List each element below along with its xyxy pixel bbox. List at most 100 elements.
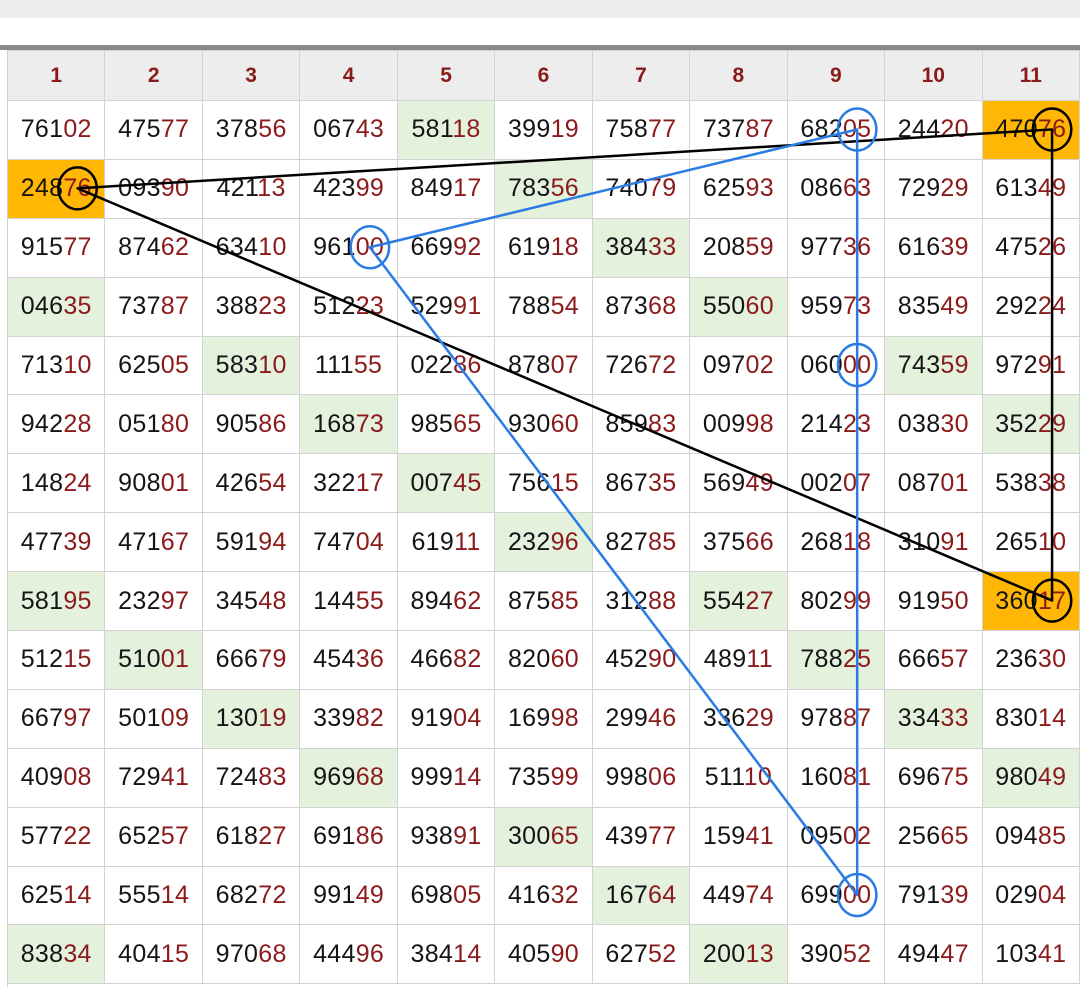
- cell-tail-digits: 10: [743, 763, 773, 792]
- number-cell: 84917: [396, 158, 496, 219]
- cell-tail-digits: 83: [648, 409, 677, 438]
- number-cell: 39052: [786, 924, 886, 985]
- cell-tail-digits: 24: [1037, 292, 1067, 321]
- cell-tail-digits: 10: [258, 233, 287, 262]
- cell-tail-digits: 66: [745, 527, 774, 556]
- cell-lead-digits: 875: [507, 586, 551, 615]
- number-cell: 38823: [201, 276, 301, 337]
- cell-tail-digits: 67: [160, 527, 190, 556]
- cell-lead-digits: 978: [800, 704, 843, 733]
- number-cell: 98565: [396, 394, 496, 455]
- number-cell: 76102: [6, 100, 106, 160]
- cell-lead-digits: 729: [118, 763, 161, 792]
- cell-tail-digits: 49: [940, 292, 969, 321]
- cell-tail-digits: 91: [940, 527, 969, 556]
- number-cell: 51001: [104, 630, 203, 690]
- cell-lead-digits: 591: [215, 527, 259, 556]
- cell-lead-digits: 452: [605, 645, 649, 674]
- number-cell: 97068: [201, 924, 301, 985]
- cell-lead-digits: 625: [118, 351, 161, 379]
- cell-lead-digits: 009: [702, 409, 746, 438]
- cell-lead-digits: 336: [702, 704, 746, 733]
- number-cell: 33433: [884, 688, 983, 749]
- cell-lead-digits: 581: [411, 115, 453, 144]
- number-cell: 47739: [6, 512, 106, 573]
- cell-tail-digits: 04: [1037, 881, 1067, 910]
- cell-lead-digits: 569: [702, 468, 746, 497]
- cell-tail-digits: 95: [63, 586, 92, 615]
- table-row: 47739 47167 59194 74704 61911 23296 82785 37566…: [6, 512, 1080, 573]
- cell-lead-digits: 051: [118, 409, 161, 438]
- cell-tail-digits: 54: [258, 468, 287, 497]
- cell-lead-digits: 743: [897, 351, 941, 379]
- cell-tail-digits: 54: [550, 292, 580, 321]
- number-cell: 69805: [396, 865, 496, 926]
- cell-tail-digits: 33: [940, 704, 969, 733]
- cell-tail-digits: 41: [160, 763, 190, 792]
- cell-lead-digits: 838: [20, 939, 64, 968]
- cell-tail-digits: 77: [63, 233, 92, 262]
- cell-lead-digits: 761: [20, 115, 64, 144]
- number-cell: 55514: [104, 865, 203, 926]
- number-cell: 62514: [6, 865, 106, 926]
- cell-lead-digits: 388: [215, 292, 259, 321]
- cell-lead-digits: 972: [995, 351, 1038, 379]
- cell-tail-digits: 10: [63, 351, 92, 379]
- cell-tail-digits: 28: [63, 409, 92, 438]
- number-cell: 59194: [201, 512, 301, 573]
- number-cell: 16764: [591, 865, 691, 926]
- number-cell: 73599: [494, 747, 593, 808]
- cell-lead-digits: 130: [215, 704, 259, 733]
- cell-tail-digits: 18: [452, 115, 481, 144]
- cell-lead-digits: 405: [507, 939, 551, 968]
- number-cell: 48911: [689, 630, 788, 690]
- table-row: 83834 40415 97068 44496 38414 40590 62752 20013…: [6, 924, 1080, 985]
- table-row: 40908 72941 72483 96968 99914 73599 99806 51110…: [6, 747, 1080, 808]
- cell-lead-digits: 959: [800, 292, 843, 321]
- cell-tail-digits: 99: [842, 586, 872, 615]
- number-cell: 50109: [104, 688, 203, 749]
- cell-tail-digits: 94: [258, 527, 287, 556]
- cell-lead-digits: 007: [410, 468, 454, 497]
- cell-tail-digits: 05: [453, 881, 482, 910]
- cell-tail-digits: 41: [745, 822, 774, 851]
- cell-tail-digits: 02: [63, 115, 92, 144]
- cell-lead-digits: 265: [995, 527, 1038, 556]
- number-cell: 11155: [299, 335, 398, 396]
- number-cell: 51110: [689, 747, 788, 808]
- cell-tail-digits: 36: [355, 645, 385, 674]
- cell-tail-digits: 17: [1037, 586, 1067, 615]
- cell-tail-digits: 98: [745, 409, 774, 438]
- cell-lead-digits: 830: [995, 704, 1038, 733]
- number-cell: 00207: [786, 453, 886, 514]
- cell-lead-digits: 511: [704, 763, 744, 792]
- number-cell: 51215: [6, 630, 106, 690]
- number-cell: 03830: [884, 394, 983, 455]
- number-cell: 45290: [591, 630, 691, 690]
- number-cell: 25665: [884, 806, 983, 867]
- number-cell: 75877: [591, 100, 691, 160]
- cell-tail-digits: 68: [355, 763, 385, 792]
- cell-lead-digits: 390: [800, 939, 843, 968]
- cell-tail-digits: 14: [453, 763, 482, 792]
- cell-lead-digits: 002: [800, 468, 843, 497]
- table-row: 91577 87462 63410 96100 66992 61918 38433 20859…: [6, 217, 1080, 278]
- cell-tail-digits: 97: [160, 586, 190, 615]
- number-cell: 61827: [201, 806, 301, 867]
- number-cell: 97291: [981, 335, 1080, 396]
- cell-lead-digits: 905: [215, 409, 259, 438]
- cell-lead-digits: 169: [507, 704, 551, 733]
- cell-lead-digits: 908: [118, 468, 161, 497]
- cell-tail-digits: 05: [160, 351, 190, 379]
- number-cell: 09390: [104, 158, 203, 219]
- number-cell: 30065: [494, 806, 593, 867]
- number-cell: 47076: [981, 100, 1080, 160]
- cell-lead-digits: 471: [118, 527, 161, 556]
- cell-tail-digits: 43: [355, 115, 385, 144]
- number-cell: 00998: [689, 394, 788, 455]
- number-cell: 75615: [494, 453, 593, 514]
- cell-lead-digits: 581: [20, 586, 64, 615]
- number-cell: 79139: [884, 865, 983, 926]
- cell-lead-digits: 038: [897, 409, 941, 438]
- cell-lead-digits: 167: [605, 881, 649, 910]
